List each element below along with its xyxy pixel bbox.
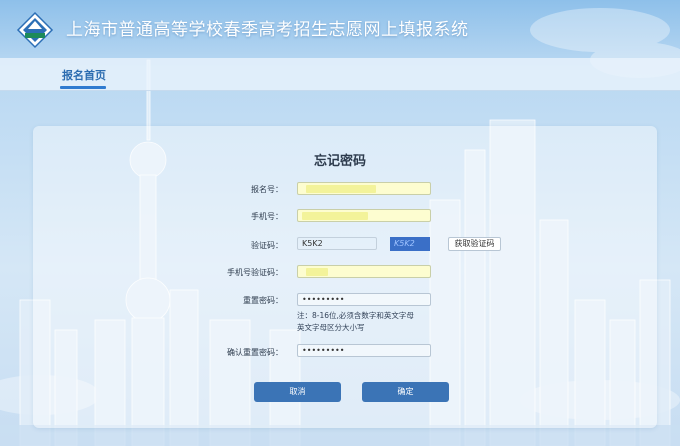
captcha-label: 验证码：	[251, 241, 283, 250]
form-title: 忘记密码	[313, 154, 366, 169]
school-emblem-icon	[16, 11, 54, 49]
phone-label: 手机号：	[251, 212, 283, 221]
password-case-note: 英文字母区分大小写	[297, 323, 365, 332]
tab-registration-home[interactable]: 报名首页	[62, 67, 106, 83]
password-rule-note: 注：8-16位,必须含数字和英文字母	[297, 311, 414, 320]
app-header: 上海市普通高等学校春季高考招生志愿网上填报系统	[0, 0, 680, 58]
captcha-image[interactable]: K5K2	[390, 237, 430, 251]
captcha-input[interactable]: K5K2	[297, 237, 377, 250]
confirm-password-label: 确认重置密码：	[227, 348, 283, 357]
reset-password-label: 重置密码：	[243, 296, 283, 305]
phone-input[interactable]	[297, 209, 431, 222]
get-sms-code-button[interactable]: 获取验证码	[448, 237, 501, 251]
sms-code-input[interactable]	[297, 265, 431, 278]
redacted-mask	[306, 185, 376, 193]
sms-code-label: 手机号验证码：	[227, 268, 283, 277]
confirm-password-input[interactable]: •••••••••	[297, 344, 431, 357]
tab-active-indicator	[60, 86, 106, 89]
reset-password-input[interactable]: •••••••••	[297, 293, 431, 306]
registration-number-label: 报名号：	[251, 185, 283, 194]
registration-number-input[interactable]	[297, 182, 431, 195]
confirm-button[interactable]: 确定	[362, 382, 449, 402]
top-nav: 报名首页	[0, 58, 680, 91]
cancel-button[interactable]: 取消	[254, 382, 341, 402]
redacted-mask	[306, 268, 328, 276]
app-title: 上海市普通高等学校春季高考招生志愿网上填报系统	[66, 20, 469, 40]
redacted-mask	[302, 212, 368, 220]
